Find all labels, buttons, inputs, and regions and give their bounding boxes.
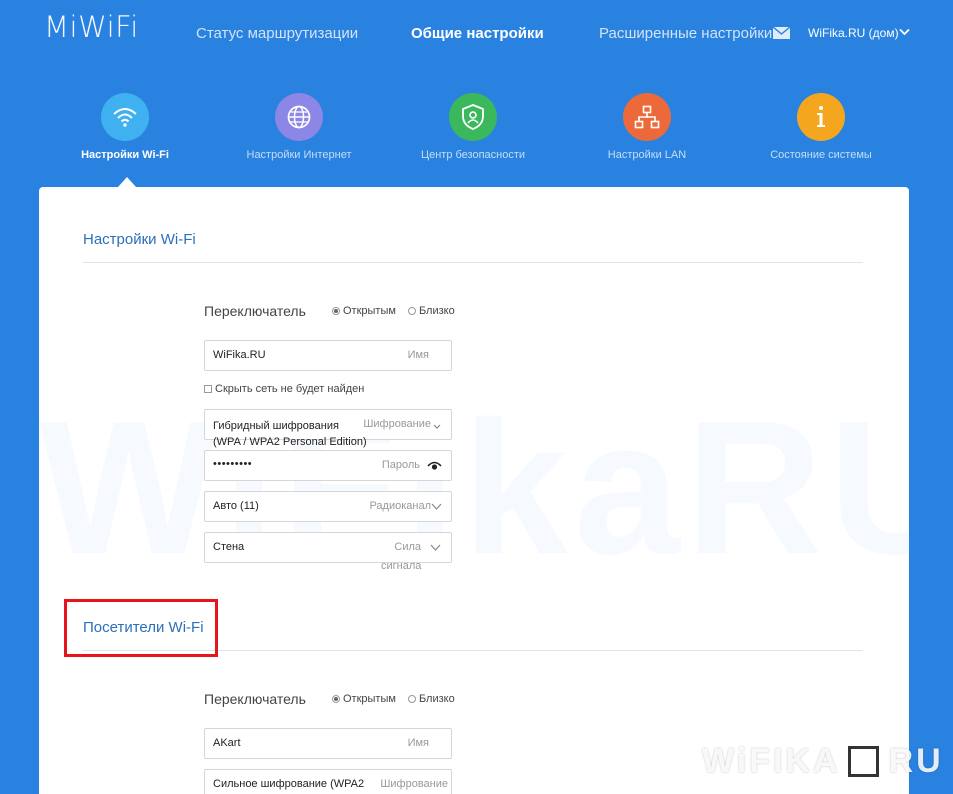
iconbar-security-center[interactable]: Центр безопасности	[398, 93, 548, 161]
account-name[interactable]: WiFika.RU (дом)	[808, 26, 899, 40]
field-tag: Имя	[407, 737, 429, 749]
field-value: Авто (11)	[213, 500, 259, 512]
field-tag: Радиоканал	[369, 500, 431, 512]
field-value: WiFika.RU	[213, 349, 266, 361]
chevron-down-icon	[431, 503, 442, 510]
brand-watermark-text: WiFIKA	[702, 742, 841, 780]
brand-watermark: WiFIKA RU	[702, 742, 944, 781]
watermark-text: WiFikaRU	[39, 379, 909, 597]
miwifi-logo: MiWiFi	[44, 10, 139, 44]
radio-open[interactable]	[332, 307, 340, 315]
signal-power-tag-cont: сигнала	[381, 560, 422, 572]
nav-routing-status[interactable]: Статус маршрутизации	[196, 25, 358, 42]
field-tag: Сила	[394, 541, 421, 553]
nav-general-settings[interactable]: Общие настройки	[411, 25, 544, 42]
iconbar-label: Состояние системы	[770, 149, 872, 161]
wifi-switch-radio-group[interactable]: Открытым Близко	[332, 305, 455, 317]
field-tag: Пароль	[381, 459, 420, 471]
chevron-down-icon	[430, 544, 441, 551]
radio-close-label: Близко	[418, 693, 455, 705]
iconbar-label: Настройки Wi-Fi	[81, 149, 169, 161]
radio-open[interactable]	[332, 695, 340, 703]
info-icon	[797, 93, 845, 141]
wifi-channel-select[interactable]: Авто (11) Радиоканал	[204, 491, 452, 522]
hide-network-label: Скрыть сеть не будет найден	[215, 383, 365, 395]
radio-open-label: Открытым	[343, 693, 396, 705]
qr-code-icon	[848, 746, 879, 777]
radio-close[interactable]	[407, 307, 416, 315]
shield-icon	[449, 93, 497, 141]
nav-advanced-settings[interactable]: Расширенные настройки	[599, 25, 772, 42]
active-tab-pointer	[118, 177, 136, 187]
radio-close[interactable]	[407, 695, 416, 703]
iconbar-wifi-settings[interactable]: Настройки Wi-Fi	[50, 93, 200, 161]
wifi-name-input[interactable]: WiFika.RU Имя	[204, 340, 452, 371]
section-divider	[83, 262, 863, 263]
wifi-section-title: Настройки Wi-Fi	[83, 231, 196, 248]
field-value: Сильное шифрование (WPA2	[213, 778, 365, 790]
brand-watermark-suffix: RU	[888, 742, 944, 780]
guest-section-title: Посетители Wi-Fi	[83, 619, 204, 636]
field-value: •••••••••	[213, 458, 253, 470]
iconbar-system-status[interactable]: Состояние системы	[746, 93, 896, 161]
wifi-password-input[interactable]: ••••••••• Пароль	[204, 450, 452, 481]
field-tag: Шифрование	[380, 778, 448, 790]
chevron-down-icon[interactable]	[899, 28, 910, 36]
chevron-down-icon	[433, 424, 441, 429]
field-value-line1: Гибридный шифрования	[213, 420, 339, 432]
lan-icon	[623, 93, 671, 141]
guest-encryption-select[interactable]: Сильное шифрование (WPA2 Шифрование	[204, 769, 452, 794]
field-value-line2: (WPA / WPA2 Personal Edition)	[213, 436, 367, 448]
radio-open-label: Открытым	[343, 305, 396, 317]
iconbar-label: Центр безопасности	[420, 149, 526, 161]
field-tag: Имя	[407, 349, 429, 361]
eye-icon[interactable]	[427, 461, 442, 471]
hide-network-checkbox[interactable]	[204, 385, 212, 393]
wifi-encryption-select[interactable]: Гибридный шифрования (WPA / WPA2 Persona…	[204, 409, 452, 448]
radio-close-label: Близко	[418, 305, 455, 317]
globe-icon	[275, 93, 323, 141]
wifi-signal-power-select[interactable]: Стена Сила	[204, 532, 452, 563]
guest-name-input[interactable]: AKart Имя	[204, 728, 452, 759]
wifi-icon	[101, 93, 149, 141]
iconbar-label: Настройки Интернет	[246, 149, 352, 161]
field-value: AKart	[213, 737, 241, 749]
wifi-switch-label: Переключатель	[204, 303, 306, 319]
iconbar-lan-settings[interactable]: Настройки LAN	[572, 93, 722, 161]
iconbar-label: Настройки LAN	[607, 149, 687, 161]
settings-panel: WiFikaRU Настройки Wi-Fi Переключатель О…	[39, 187, 909, 794]
section-divider	[83, 650, 863, 651]
guest-switch-label: Переключатель	[204, 691, 306, 707]
iconbar-internet-settings[interactable]: Настройки Интернет	[224, 93, 374, 161]
field-tag: Шифрование	[363, 418, 431, 430]
hide-network-checkbox-row[interactable]: Скрыть сеть не будет найден	[204, 383, 364, 395]
mail-icon[interactable]	[773, 27, 790, 39]
guest-switch-radio-group[interactable]: Открытым Близко	[332, 693, 455, 705]
field-value: Стена	[213, 541, 245, 553]
